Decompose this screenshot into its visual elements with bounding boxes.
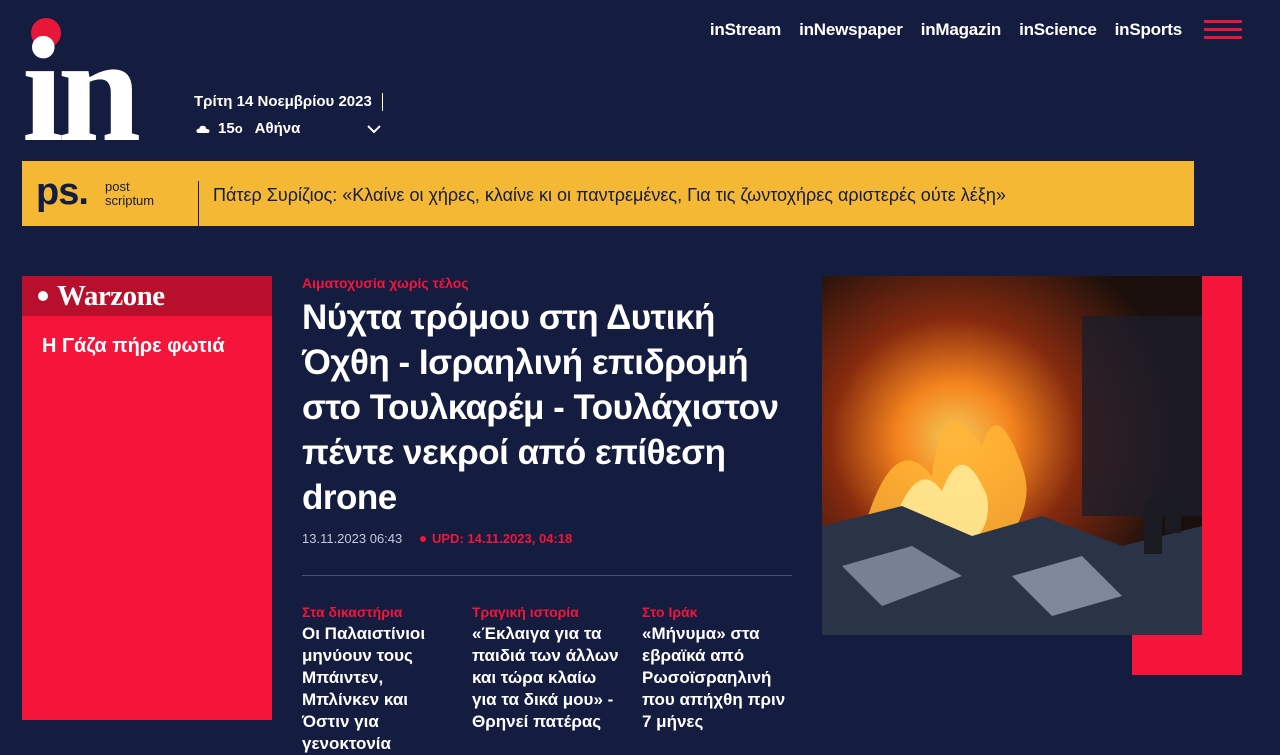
nav-instream[interactable]: inStream (710, 20, 781, 40)
hero-image-fire[interactable] (822, 276, 1202, 635)
weather-widget[interactable]: 15o Αθήνα (196, 120, 300, 137)
cloud-icon (196, 125, 210, 133)
warzone-title: Warzone (57, 280, 165, 312)
article-date: 13.11.2023 06:43 (302, 531, 403, 546)
logo-text: in (22, 18, 140, 144)
ps-headline[interactable]: Πάτερ Συρίζιος: «Κλαίνε οι χήρες, κλαίνε… (213, 185, 1006, 206)
sub-story-title[interactable]: Οι Παλαιστίνιοι μηνύουν τους Μπάιντεν, Μ… (302, 623, 452, 755)
sub-story-kicker: Τραγική ιστορία (472, 604, 579, 620)
chevron-down-icon[interactable] (366, 124, 382, 134)
site-logo[interactable]: in (22, 18, 174, 144)
ps-logo: ps. (36, 171, 89, 213)
current-date: Τρίτη 14 Νοεμβρίου 2023 (194, 93, 383, 111)
article-headline[interactable]: Νύχτα τρόμου στη Δυτική Όχθη - Ισραηλινή… (302, 295, 802, 520)
update-dot-icon (420, 535, 426, 542)
nav-insports[interactable]: inSports (1115, 20, 1183, 40)
warzone-header[interactable]: Warzone (22, 276, 272, 316)
city-name: Αθήνα (254, 120, 301, 137)
sub-story[interactable]: Στο Ιράκ «Μήνυμα» στα εβραϊκά από Ρωσοϊσ… (642, 604, 792, 733)
article-updated: UPD: 14.11.2023, 04:18 (420, 531, 572, 546)
top-nav: inStream inNewspaper inMagazin inScience… (710, 20, 1182, 40)
nav-inmagazin[interactable]: inMagazin (921, 20, 1002, 40)
sub-story-kicker: Στα δικαστήρια (302, 604, 403, 620)
temperature: 15o (218, 120, 243, 137)
article-kicker[interactable]: Αιματοχυσία χωρίς τέλος (302, 275, 469, 291)
warzone-story-link[interactable]: Η Γάζα πήρε φωτιά (42, 335, 225, 358)
nav-innewspaper[interactable]: inNewspaper (799, 20, 903, 40)
sub-story-kicker: Στο Ιράκ (642, 604, 698, 620)
nav-inscience[interactable]: inScience (1019, 20, 1097, 40)
post-scriptum-banner[interactable]: ps. post scriptum Πάτερ Συρίζιος: «Κλαίν… (22, 161, 1194, 226)
warzone-dot-icon (38, 291, 48, 301)
ps-subtitle: post scriptum (105, 179, 155, 208)
sub-story-title[interactable]: «Μήνυμα» στα εβραϊκά από Ρωσοϊσραηλινή π… (642, 623, 792, 733)
hamburger-menu-icon[interactable] (1204, 20, 1242, 40)
sub-story-title[interactable]: «Έκλαιγα για τα παιδιά των άλλων και τώρ… (472, 623, 622, 733)
warzone-panel: Warzone Η Γάζα πήρε φωτιά (22, 276, 272, 720)
ps-divider (198, 181, 199, 226)
sub-story[interactable]: Στα δικαστήρια Οι Παλαιστίνιοι μηνύουν τ… (302, 604, 452, 755)
divider (302, 575, 792, 576)
sub-story[interactable]: Τραγική ιστορία «Έκλαιγα για τα παιδιά τ… (472, 604, 622, 733)
